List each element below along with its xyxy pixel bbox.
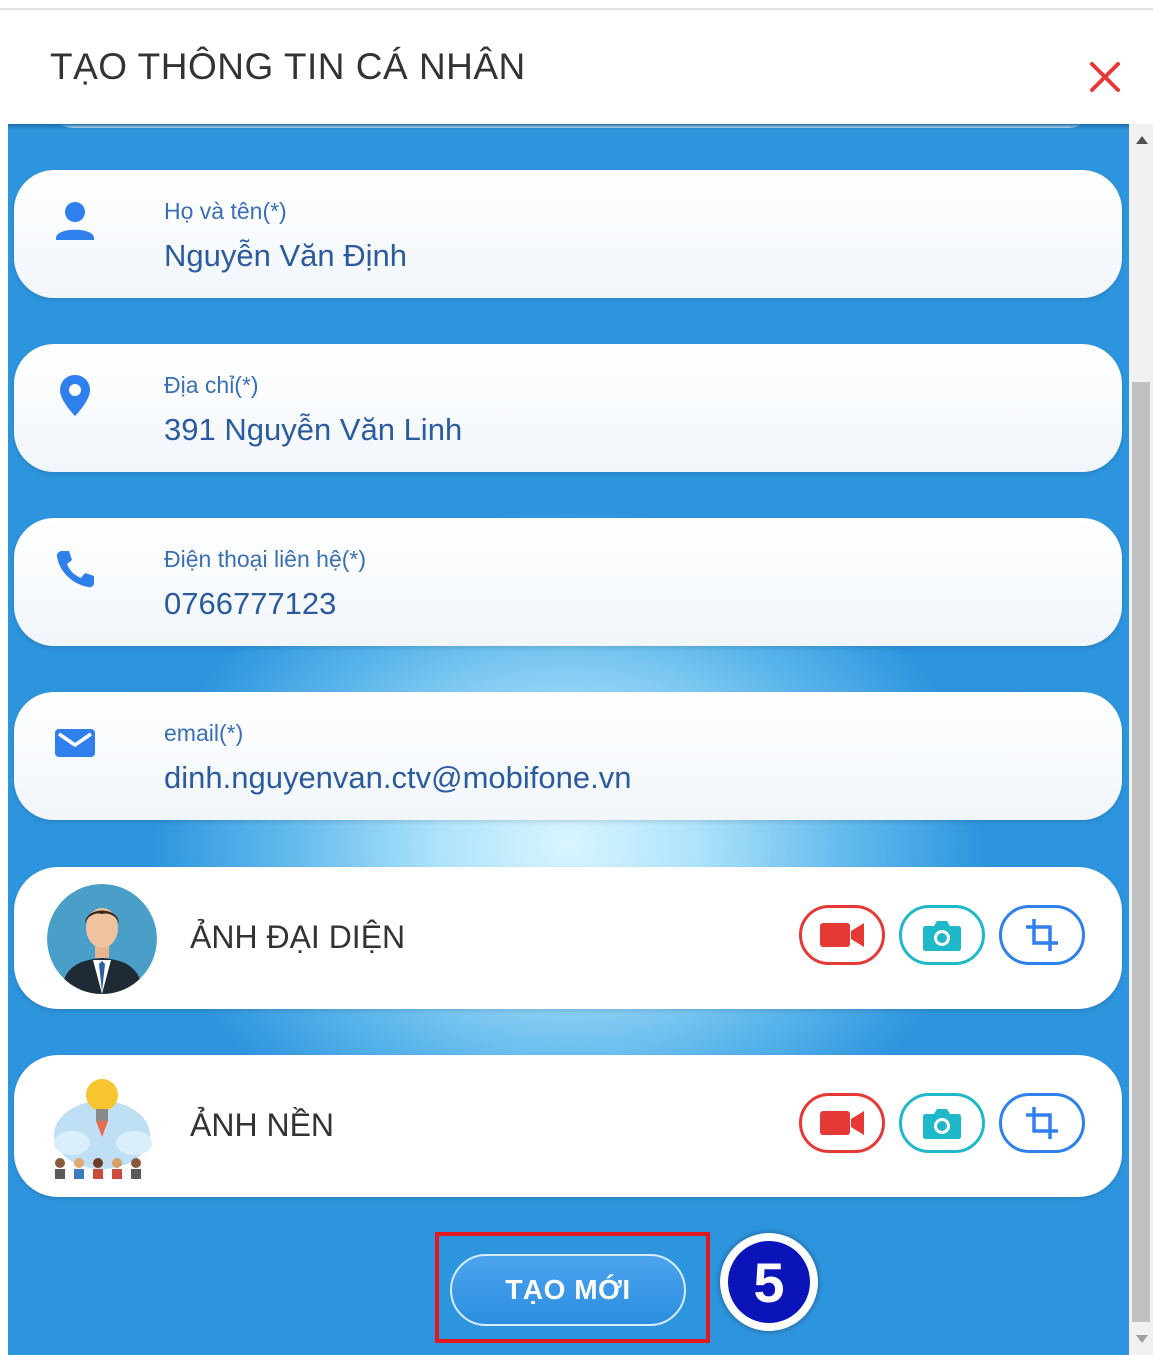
- avatar-photo-label: ẢNH ĐẠI DIỆN: [190, 919, 406, 955]
- background-crop-button[interactable]: [999, 1093, 1085, 1153]
- background-photo-row: ẢNH NỀN: [14, 1055, 1122, 1197]
- location-pin-icon: [60, 375, 90, 416]
- field-full-name[interactable]: Họ và tên(*) Nguyễn Văn Định: [14, 170, 1122, 298]
- avatar-thumbnail: [47, 884, 157, 994]
- email-value[interactable]: dinh.nguyenvan.ctv@mobifone.vn: [164, 760, 631, 796]
- close-icon[interactable]: [1084, 56, 1126, 98]
- crop-icon: [1026, 919, 1058, 951]
- full-name-value[interactable]: Nguyễn Văn Định: [164, 238, 407, 274]
- field-label: Điện thoại liên hệ(*): [164, 546, 367, 572]
- camera-icon: [923, 921, 961, 951]
- field-label: email(*): [164, 720, 244, 746]
- step-badge: 5: [720, 1233, 818, 1331]
- avatar-camera-button[interactable]: [899, 905, 985, 965]
- camera-icon: [923, 1109, 961, 1139]
- background-camera-button[interactable]: [899, 1093, 985, 1153]
- crop-icon: [1026, 1107, 1058, 1139]
- phone-value[interactable]: 0766777123: [164, 586, 336, 622]
- field-address[interactable]: Địa chỉ(*) 391 Nguyễn Văn Linh: [14, 344, 1122, 472]
- avatar-photo-row: ẢNH ĐẠI DIỆN: [14, 867, 1122, 1009]
- person-icon: [56, 202, 94, 240]
- video-icon: [820, 923, 864, 947]
- scroll-down-arrow-icon[interactable]: [1136, 1335, 1148, 1343]
- create-new-button[interactable]: TẠO MỚI: [450, 1254, 686, 1326]
- vertical-scrollbar[interactable]: [1129, 124, 1153, 1355]
- background-photo-label: ẢNH NỀN: [190, 1107, 335, 1143]
- form-panel: Họ và tên(*) Nguyễn Văn Định Địa chỉ(*) …: [8, 124, 1129, 1355]
- scroll-thumb[interactable]: [1132, 382, 1150, 1322]
- dialog-title: TẠO THÔNG TIN CÁ NHÂN: [50, 46, 526, 87]
- background-video-button[interactable]: [799, 1093, 885, 1153]
- avatar-video-button[interactable]: [799, 905, 885, 965]
- field-phone[interactable]: Điện thoại liên hệ(*) 0766777123: [14, 518, 1122, 646]
- panel-shadow: [8, 124, 1129, 130]
- video-icon: [820, 1111, 864, 1135]
- step-number: 5: [728, 1241, 810, 1323]
- scroll-up-arrow-icon[interactable]: [1136, 136, 1148, 144]
- avatar-crop-button[interactable]: [999, 905, 1085, 965]
- address-value[interactable]: 391 Nguyễn Văn Linh: [164, 412, 462, 448]
- phone-icon: [56, 551, 94, 588]
- background-thumbnail: [54, 1079, 152, 1179]
- dialog-header: TẠO THÔNG TIN CÁ NHÂN: [0, 10, 1153, 124]
- mail-icon: [55, 729, 95, 757]
- field-label: Họ và tên(*): [164, 198, 287, 224]
- field-label: Địa chỉ(*): [164, 372, 259, 398]
- field-email[interactable]: email(*) dinh.nguyenvan.ctv@mobifone.vn: [14, 692, 1122, 820]
